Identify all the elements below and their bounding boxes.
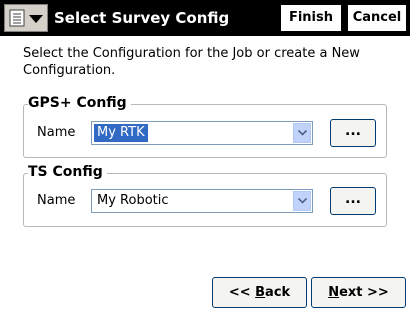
gps-config-browse-button[interactable]: ...: [330, 119, 376, 147]
cancel-button[interactable]: Cancel: [346, 3, 408, 33]
back-button-rest: ack: [265, 285, 291, 300]
gps-config-title: GPS+ Config: [28, 94, 131, 112]
next-button-rest: ext >>: [339, 285, 389, 300]
instructions-text: Select the Configuration for the Job or …: [23, 46, 360, 78]
ts-config-browse-button[interactable]: ...: [330, 187, 376, 215]
ts-config-title: TS Config: [28, 163, 107, 181]
gps-name-label: Name: [37, 125, 76, 140]
finish-button[interactable]: Finish: [279, 3, 343, 33]
start-menu-icon: [9, 9, 43, 27]
back-button-mnemonic: B: [255, 285, 266, 300]
next-button-mnemonic: N: [328, 285, 340, 300]
back-button-prefix: <<: [228, 285, 256, 300]
window-title: Select Survey Config: [54, 9, 230, 27]
title-bar: Select Survey Config Finish Cancel: [0, 0, 410, 36]
gps-config-select[interactable]: My RTK: [91, 121, 313, 145]
ts-config-value: My Robotic: [97, 193, 169, 208]
next-button[interactable]: Next >>: [311, 277, 406, 308]
chevron-down-icon[interactable]: [293, 191, 311, 211]
ts-config-select[interactable]: My Robotic: [91, 189, 313, 213]
chevron-down-icon[interactable]: [293, 123, 311, 143]
back-button[interactable]: << Back: [212, 277, 307, 308]
start-menu-button[interactable]: [4, 4, 48, 32]
ts-name-label: Name: [37, 193, 76, 208]
gps-config-value: My RTK: [94, 124, 148, 142]
